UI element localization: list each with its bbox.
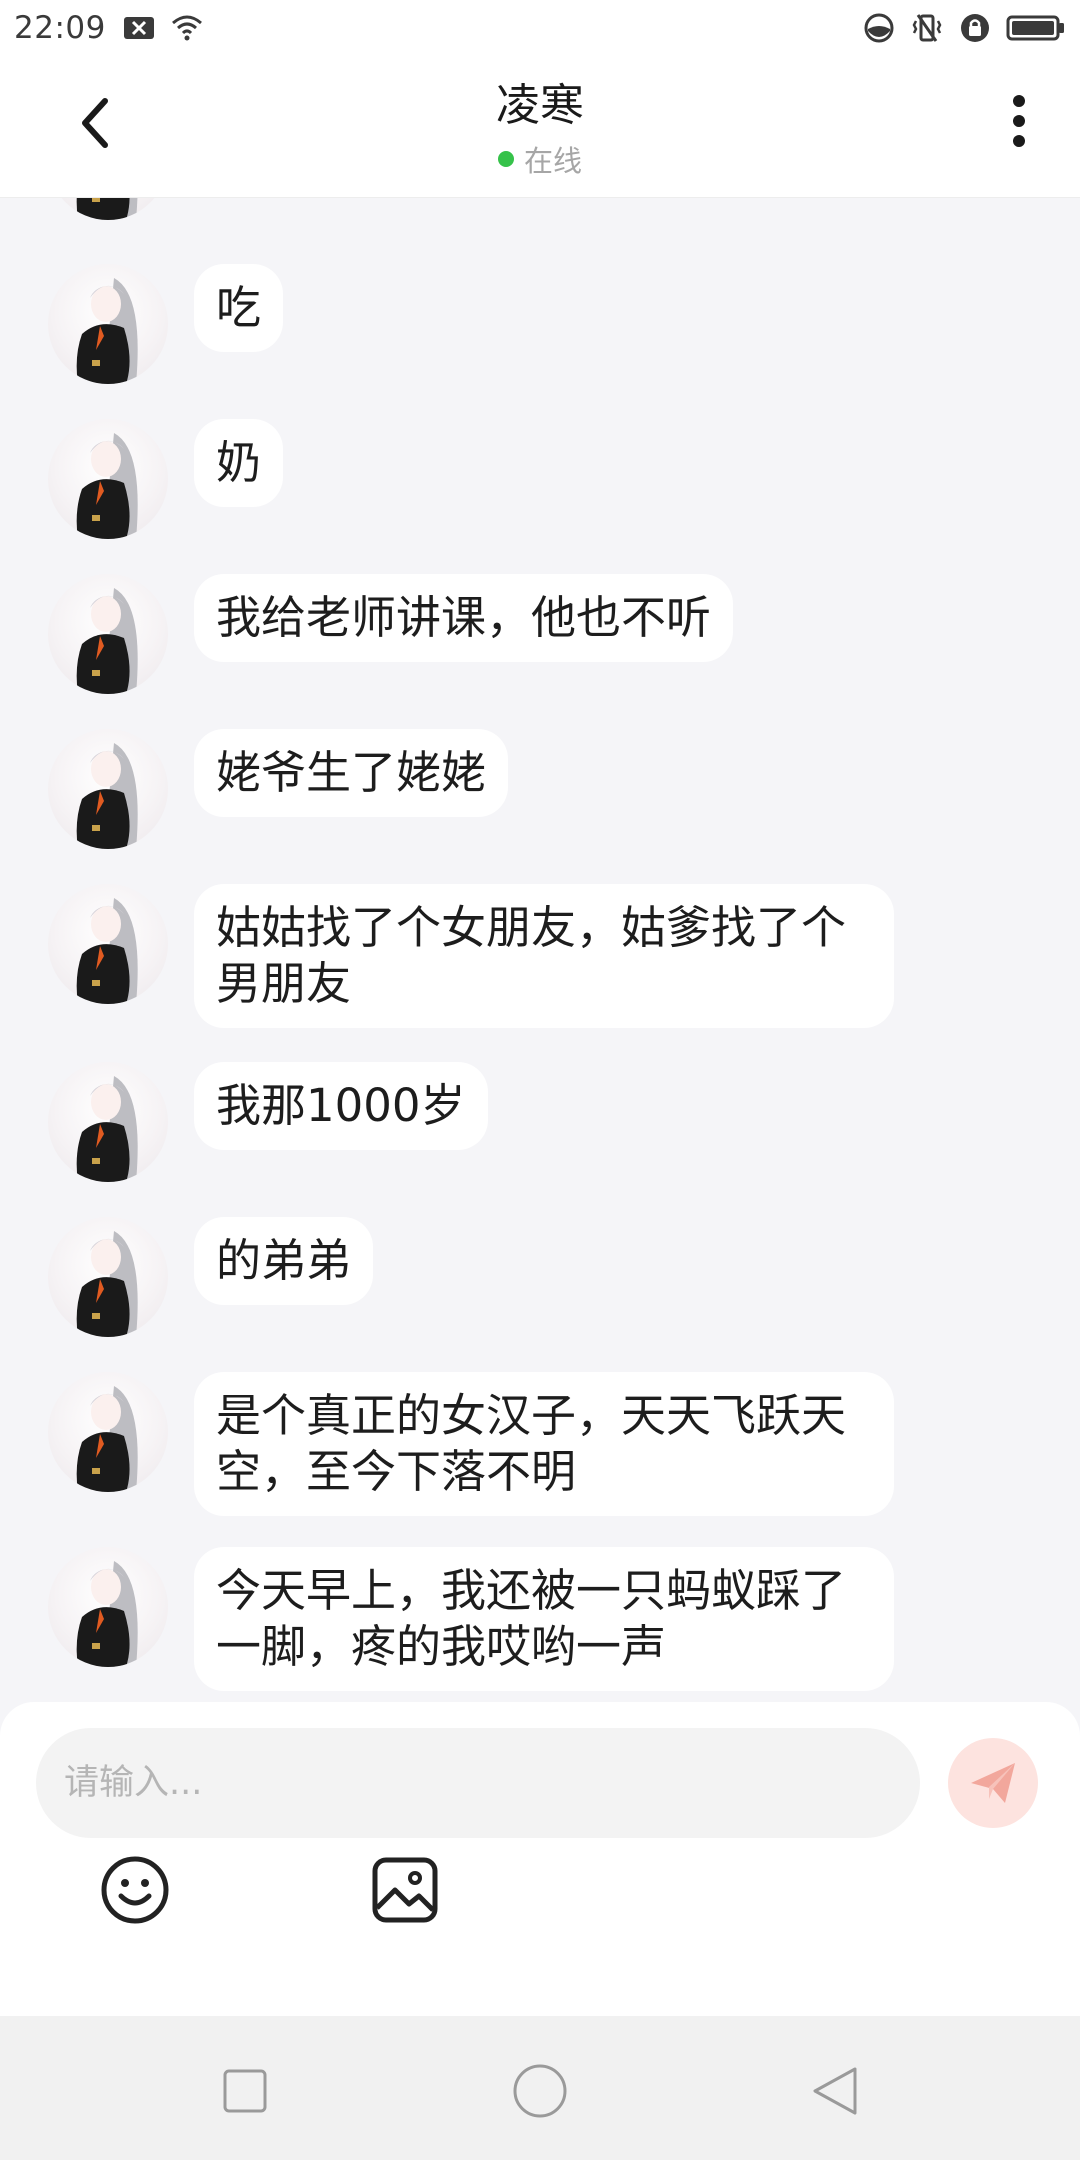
message-bubble[interactable]: 我给老师讲课，他也不听 — [194, 574, 734, 662]
message-row: 我那1000岁 — [48, 1062, 488, 1182]
avatar-image — [76, 1561, 138, 1667]
message-list[interactable]: 吃 奶 我给老师讲课，他也不听 姥爷生了姥姥 姑姑找了个女朋友，姑爹找了个男朋友… — [0, 198, 1080, 1706]
message-row: 的弟弟 — [48, 1217, 374, 1337]
avatar-image — [76, 433, 138, 539]
message-row: 姥爷生了姥姥 — [48, 729, 509, 849]
online-dot-icon — [497, 151, 514, 167]
avatar[interactable] — [48, 198, 168, 220]
system-nav-bar — [0, 2016, 1080, 2160]
message-row: 是个真正的女汉子，天天飞跃天空，至今下落不明 — [48, 1372, 894, 1516]
avatar[interactable] — [48, 1547, 168, 1667]
avatar-image — [76, 198, 138, 220]
battery-icon — [1006, 15, 1064, 41]
avatar-image — [76, 1386, 138, 1492]
message-row: 吃 — [48, 264, 284, 384]
message-bubble[interactable]: 我那1000岁 — [194, 1062, 488, 1150]
message-bubble[interactable]: 是个真正的女汉子，天天飞跃天空，至今下落不明 — [194, 1372, 894, 1516]
message-bubble[interactable]: 奶 — [194, 419, 284, 507]
avatar[interactable] — [48, 1062, 168, 1182]
chat-screen: 22:09 凌寒 在线 吃 奶 我给老师讲课，他也不听 姥爷生了姥姥 姑姑找了个… — [0, 0, 1080, 2160]
status-time: 22:09 — [14, 10, 106, 46]
contact-name: 凌寒 — [496, 80, 584, 131]
chat-header: 凌寒 在线 — [0, 56, 1080, 198]
triangle-back-icon — [813, 2067, 857, 2115]
data-saver-icon — [864, 13, 894, 43]
status-left-icons — [122, 11, 204, 45]
avatar-image — [76, 1076, 138, 1182]
vibrate-icon — [912, 14, 942, 42]
avatar[interactable] — [48, 419, 168, 539]
message-row: 奶 — [48, 419, 284, 539]
avatar[interactable] — [48, 729, 168, 849]
status-right-icons — [862, 11, 1066, 45]
image-icon — [372, 1857, 438, 1923]
message-input[interactable] — [36, 1728, 920, 1838]
emoji-button[interactable] — [95, 1850, 175, 1930]
back-nav-button[interactable] — [800, 2056, 870, 2126]
send-icon — [971, 1763, 1015, 1803]
notification-icon — [123, 17, 154, 39]
message-bubble[interactable]: 姑姑找了个女朋友，姑爹找了个男朋友 — [194, 884, 894, 1028]
rotation-lock-icon — [961, 14, 989, 42]
avatar[interactable] — [48, 264, 168, 384]
avatar-image — [76, 278, 138, 384]
more-options-button[interactable] — [984, 88, 1054, 158]
avatar[interactable] — [48, 1217, 168, 1337]
message-bubble[interactable]: 今天早上，我还被一只蚂蚁踩了一脚，疼的我哎哟一声 — [194, 1547, 894, 1691]
avatar[interactable] — [48, 574, 168, 694]
composer — [0, 1702, 1080, 2016]
recents-button[interactable] — [210, 2056, 280, 2126]
avatar-image — [76, 898, 138, 1004]
message-bubble[interactable]: 的弟弟 — [194, 1217, 374, 1305]
message-bubble[interactable]: 吃 — [194, 264, 284, 352]
avatar-image — [76, 588, 138, 694]
message-bubble[interactable]: 姥爷生了姥姥 — [194, 729, 509, 817]
presence-label: 在线 — [523, 144, 582, 178]
home-button[interactable] — [505, 2056, 575, 2126]
avatar-image — [76, 1231, 138, 1337]
message-row: 姑姑找了个女朋友，姑爹找了个男朋友 — [48, 884, 894, 1028]
send-button[interactable] — [948, 1738, 1038, 1828]
message-row: 今天早上，我还被一只蚂蚁踩了一脚，疼的我哎哟一声 — [48, 1547, 894, 1691]
square-icon — [223, 2069, 267, 2113]
more-vertical-icon — [1013, 95, 1025, 147]
chat-title: 凌寒 在线 — [0, 78, 1080, 180]
status-bar: 22:09 — [0, 0, 1080, 56]
presence-status: 在线 — [497, 138, 582, 180]
image-button[interactable] — [365, 1850, 445, 1930]
circle-icon — [513, 2064, 567, 2118]
avatar[interactable] — [48, 884, 168, 1004]
emoji-icon — [101, 1856, 169, 1924]
message-row: 我给老师讲课，他也不听 — [48, 574, 734, 694]
wifi-icon — [171, 15, 202, 41]
avatar[interactable] — [48, 1372, 168, 1492]
avatar-image — [76, 743, 138, 849]
message-row-partial — [48, 198, 168, 220]
